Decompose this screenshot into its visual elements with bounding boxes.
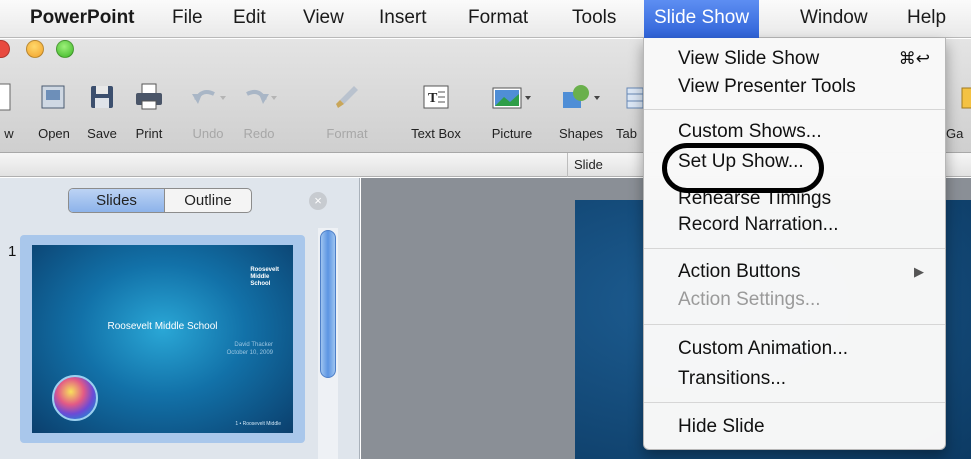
toolbar-label: Shapes	[558, 126, 604, 141]
redo-icon	[246, 90, 277, 104]
menu-format[interactable]: Format	[468, 0, 528, 38]
menu-item-label: View Slide Show	[678, 48, 820, 69]
menu-separator	[644, 402, 945, 403]
menu-bar: PowerPoint File Edit View Insert Format …	[0, 0, 971, 38]
toolbar-label: Picture	[491, 126, 533, 141]
logo-line: School	[250, 281, 271, 287]
globe-image	[52, 375, 98, 421]
author-name: David Thacker	[234, 342, 273, 348]
menu-view[interactable]: View	[303, 0, 344, 38]
toolbar-label: Print	[135, 126, 163, 141]
menu-edit[interactable]: Edit	[233, 0, 266, 38]
slide-number: 1	[8, 243, 17, 260]
menu-item-action-settings: Action Settings...	[678, 289, 821, 310]
menu-item-view-presenter-tools[interactable]: View Presenter Tools	[678, 74, 856, 100]
toolbar-label: Format	[326, 126, 368, 141]
open-icon	[41, 85, 65, 109]
toolbar-shapes-button[interactable]: Shapes	[551, 78, 611, 142]
menu-tools[interactable]: Tools	[572, 0, 616, 38]
toolbar-label: Ga	[946, 126, 964, 141]
submenu-arrow-icon: ▶	[914, 264, 924, 279]
thumbnail-author: David Thacker October 10, 2009	[227, 341, 273, 357]
new-icon	[0, 83, 11, 111]
slide-navigation-panel: Slides Outline × 1 Roosevelt Middle Scho…	[0, 178, 360, 459]
text-box-icon: T	[423, 85, 449, 109]
menu-separator	[644, 324, 945, 325]
slide-show-menu: View Slide Show ⌘↩ View Presenter Tools …	[643, 38, 946, 450]
toolbar-redo-button[interactable]: Redo	[236, 78, 282, 142]
picture-icon	[492, 87, 531, 109]
toolbar-print-button[interactable]: Print	[124, 78, 174, 142]
shortcut-command-return-icon: ⌘↩	[898, 49, 930, 68]
toolbar-label: Redo	[243, 126, 275, 141]
logo-line: Middle	[250, 274, 270, 280]
tab-outline[interactable]: Outline	[165, 189, 251, 212]
thumbnail-title: Roosevelt Middle School	[107, 321, 218, 332]
toolbar-table-button[interactable]: Tab	[612, 78, 644, 142]
undo-icon	[192, 90, 226, 104]
toolbar-format-button[interactable]: Format	[322, 78, 372, 142]
view-toggle: Slides Outline	[68, 188, 252, 213]
format-brush-icon	[336, 86, 358, 108]
menu-item-custom-animation[interactable]: Custom Animation...	[678, 336, 848, 362]
save-icon	[91, 86, 113, 108]
table-icon	[626, 87, 643, 109]
toolbar-label: Undo	[192, 126, 224, 141]
menu-help[interactable]: Help	[907, 0, 946, 38]
menu-window[interactable]: Window	[800, 0, 868, 38]
toolbar-new-button[interactable]: w	[0, 78, 24, 142]
menu-item-record-narration[interactable]: Record Narration...	[678, 212, 839, 238]
thumbnail-footer: 1 • Roosevelt Middle	[235, 421, 281, 427]
toolbar-label: Open	[38, 126, 70, 141]
menu-file[interactable]: File	[172, 0, 203, 38]
menu-separator	[644, 109, 945, 110]
menu-app-powerpoint[interactable]: PowerPoint	[30, 0, 135, 38]
menu-item-label: Action Buttons	[678, 261, 801, 282]
toolbar-label: w	[4, 126, 14, 141]
menu-item-custom-shows[interactable]: Custom Shows...	[678, 119, 822, 145]
print-icon	[136, 83, 162, 110]
toolbar-undo-button[interactable]: Undo	[185, 78, 231, 142]
shapes-icon	[563, 85, 600, 108]
author-date: October 10, 2009	[226, 350, 273, 356]
toolbar-gallery-button[interactable]: Ga	[946, 78, 971, 142]
menu-item-action-buttons[interactable]: Action Buttons ▶	[678, 259, 948, 285]
menu-item-view-slide-show[interactable]: View Slide Show ⌘↩	[678, 46, 944, 72]
logo-line: Roosevelt	[250, 267, 279, 273]
menu-item-transitions[interactable]: Transitions...	[678, 366, 786, 392]
ribbon-tab-slide[interactable]: Slide	[567, 153, 647, 177]
tab-slides[interactable]: Slides	[69, 189, 165, 212]
school-logo: Roosevelt Middle School	[250, 267, 279, 288]
menu-slide-show[interactable]: Slide Show	[644, 0, 760, 38]
highlight-annotation	[662, 143, 824, 193]
menu-insert[interactable]: Insert	[379, 0, 427, 38]
svg-text:T: T	[428, 91, 438, 106]
zoom-window-icon[interactable]	[56, 40, 74, 58]
minimize-window-icon[interactable]	[26, 40, 44, 58]
toolbar-label: Save	[87, 126, 117, 141]
slide-thumbnail[interactable]: Roosevelt Middle School Roosevelt Middle…	[32, 245, 293, 433]
toolbar-picture-button[interactable]: Picture	[482, 78, 542, 142]
scrollbar-thumb[interactable]	[320, 230, 336, 378]
slide-thumbnail-selected[interactable]: Roosevelt Middle School Roosevelt Middle…	[20, 235, 305, 443]
toolbar-open-button[interactable]: Open	[31, 78, 77, 142]
toolbar-label: Tab	[616, 126, 637, 141]
close-panel-icon[interactable]: ×	[309, 192, 327, 210]
menu-item-hide-slide[interactable]: Hide Slide	[678, 414, 765, 440]
toolbar-text-box-button[interactable]: T Text Box	[398, 78, 474, 142]
menu-separator	[644, 248, 945, 249]
toolbar-label: Text Box	[411, 126, 461, 141]
gallery-icon	[961, 87, 971, 109]
toolbar-save-button[interactable]: Save	[80, 78, 124, 142]
